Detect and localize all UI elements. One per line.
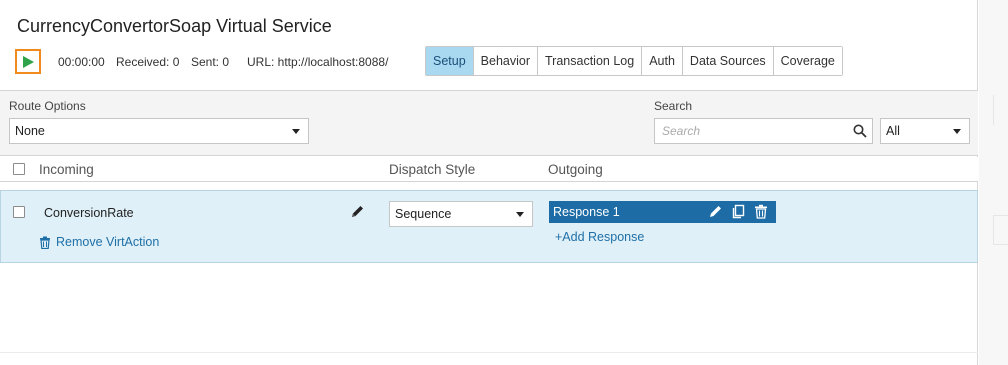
trash-icon: [40, 236, 50, 249]
search-input[interactable]: Search: [654, 118, 873, 144]
response-item[interactable]: Response 1: [549, 201, 776, 223]
remove-virtaction-link[interactable]: Remove VirtAction: [39, 235, 159, 249]
incoming-column-header: Incoming: [39, 162, 94, 177]
service-url: URL: http://localhost:8088/: [247, 55, 389, 69]
page-title: CurrencyConvertorSoap Virtual Service: [17, 16, 332, 36]
search-label: Search: [654, 99, 693, 113]
outgoing-column-header: Outgoing: [548, 162, 603, 177]
route-options-value: None: [15, 124, 45, 138]
received-count: Received: 0: [116, 55, 180, 69]
divider: [993, 95, 1008, 125]
view-tabs: Setup Behavior Transaction Log Auth Data…: [425, 46, 843, 76]
tab-coverage[interactable]: Coverage: [773, 47, 842, 75]
tab-transaction-log[interactable]: Transaction Log: [538, 47, 643, 75]
response-actions: [708, 204, 768, 219]
pencil-icon[interactable]: [708, 204, 723, 219]
virtual-service-panel: CurrencyConvertorSoap Virtual Service 00…: [0, 0, 978, 365]
search-scope-select[interactable]: All: [880, 118, 970, 144]
select-all-checkbox[interactable]: [13, 163, 25, 175]
sent-count: Sent: 0: [191, 55, 230, 69]
play-button[interactable]: [15, 49, 41, 74]
divider: [0, 352, 978, 353]
pencil-icon[interactable]: [350, 204, 365, 219]
filter-bar: Route Options None Search Search All: [0, 90, 978, 156]
side-panel-edge: [979, 0, 1008, 365]
tab-data-sources[interactable]: Data Sources: [682, 47, 774, 75]
tab-auth[interactable]: Auth: [642, 47, 683, 75]
tab-behavior[interactable]: Behavior: [473, 47, 539, 75]
tab-setup[interactable]: Setup: [426, 47, 474, 75]
response-label: Response 1: [553, 205, 620, 219]
route-options-label: Route Options: [9, 99, 86, 113]
chevron-down-icon: [516, 212, 524, 217]
row-checkbox[interactable]: [13, 206, 25, 218]
search-icon[interactable]: [853, 124, 867, 138]
route-options-select[interactable]: None: [9, 118, 309, 144]
dispatch-column-header: Dispatch Style: [389, 162, 476, 177]
divider: [993, 215, 1008, 245]
remove-virtaction-label: Remove VirtAction: [56, 235, 160, 249]
table-header: Incoming Dispatch Style Outgoing: [0, 157, 978, 182]
add-response-link[interactable]: +Add Response: [555, 230, 644, 244]
search-placeholder: Search: [662, 124, 701, 138]
chevron-down-icon: [292, 129, 300, 134]
timer-readout: 00:00:00: [58, 55, 105, 69]
virtaction-name: ConversionRate: [44, 206, 134, 220]
play-icon: [23, 55, 34, 68]
chevron-down-icon: [953, 129, 961, 134]
copy-icon[interactable]: [731, 204, 746, 219]
search-scope-value: All: [886, 124, 900, 138]
dispatch-style-select[interactable]: Sequence: [389, 201, 533, 227]
trash-icon[interactable]: [754, 204, 768, 219]
table-row: ConversionRate Remove VirtAction Sequenc…: [0, 190, 978, 263]
dispatch-style-value: Sequence: [395, 207, 452, 221]
